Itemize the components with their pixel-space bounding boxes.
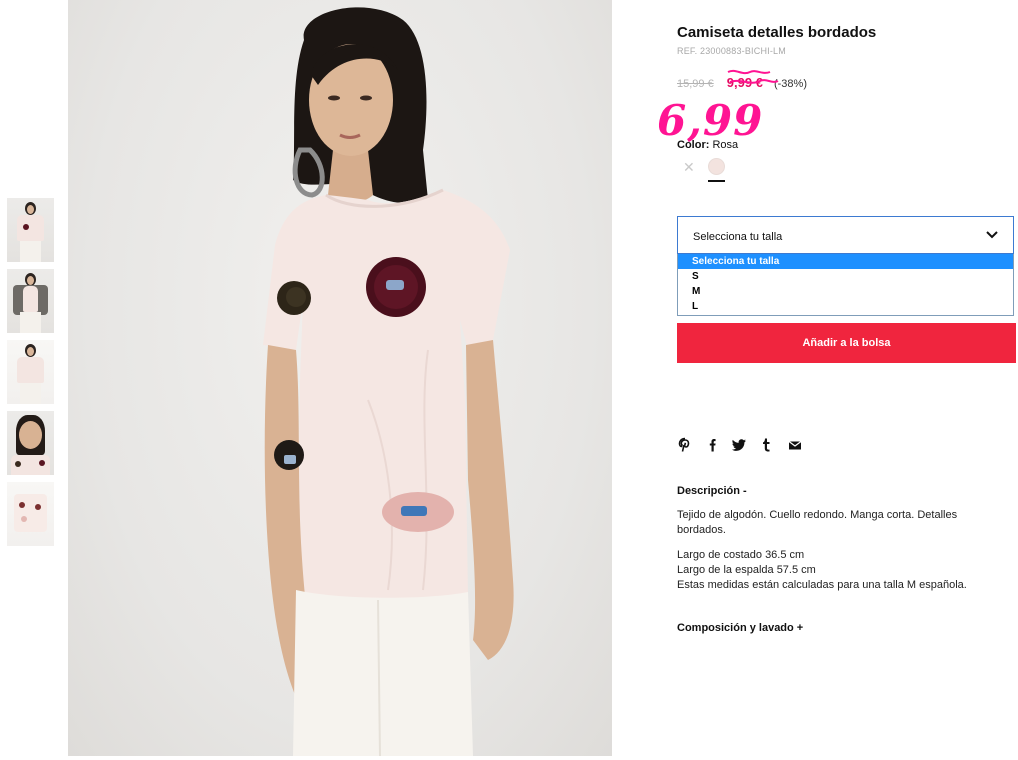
thumb-shirt xyxy=(23,286,38,312)
thumb-legs xyxy=(20,241,41,262)
scribble-strikethrough-mark xyxy=(727,69,779,84)
selected-swatch-indicator xyxy=(708,180,725,182)
thumb-face xyxy=(27,205,34,214)
color-label: Color: xyxy=(677,139,710,151)
size-option-placeholder[interactable]: Selecciona tu talla xyxy=(678,254,1013,269)
thumb-legs xyxy=(20,383,41,404)
thumb-dot xyxy=(39,460,45,466)
thumb-shirt xyxy=(14,494,47,532)
handwritten-price: 6,99 xyxy=(657,96,764,145)
color-swatch-rosa[interactable] xyxy=(708,158,725,175)
facebook-icon[interactable] xyxy=(705,437,721,453)
description-text: Tejido de algodón. Cuello redondo. Manga… xyxy=(677,509,958,536)
thumb-face xyxy=(19,421,42,449)
old-price: 15,99 € xyxy=(677,78,714,90)
size-option-s[interactable]: S xyxy=(678,269,1013,284)
thumb-face xyxy=(27,347,34,356)
thumb-legs xyxy=(20,312,41,333)
thumb-dot xyxy=(19,502,25,508)
thumb-dot xyxy=(23,224,29,230)
description-line-3: Estas medidas están calculadas para una … xyxy=(677,579,967,591)
size-options-list: Selecciona tu talla S M L xyxy=(677,254,1014,316)
share-icons xyxy=(677,437,817,455)
thumbnail-1[interactable] xyxy=(7,198,54,262)
product-title: Camiseta detalles bordados xyxy=(677,24,877,41)
sale-price-wrap: 9,99 € xyxy=(727,69,779,90)
price-row: 15,99 € 9,99 € (-38%) xyxy=(677,69,807,91)
thumb-dot xyxy=(21,516,27,522)
twitter-icon[interactable] xyxy=(731,437,747,453)
add-to-bag-button[interactable]: Añadir a la bolsa xyxy=(677,323,1016,363)
size-select[interactable]: Selecciona tu talla xyxy=(677,216,1014,254)
color-value: Rosa xyxy=(712,139,739,151)
thumbnail-strip xyxy=(7,198,54,553)
thumbnail-5[interactable] xyxy=(7,482,54,546)
composition-toggle[interactable]: Composición y lavado + xyxy=(677,622,803,634)
description-line-2: Largo de la espalda 57.5 cm xyxy=(677,564,816,576)
tumblr-icon[interactable] xyxy=(758,437,774,453)
thumb-face xyxy=(27,276,34,285)
unavailable-color-x-icon[interactable]: ✕ xyxy=(683,159,695,176)
thumbnail-2[interactable] xyxy=(7,269,54,333)
chevron-down-icon xyxy=(986,231,998,239)
thumb-shirt xyxy=(17,215,44,241)
thumbnail-4[interactable] xyxy=(7,411,54,475)
thumb-dot xyxy=(15,461,21,467)
thumb-shirt xyxy=(17,357,44,383)
product-main-image[interactable] xyxy=(68,0,612,756)
product-ref: REF. 23000883-BICHI-LM xyxy=(677,46,786,56)
description-toggle[interactable]: Descripción - xyxy=(677,485,747,497)
thumbnail-3[interactable] xyxy=(7,340,54,404)
thumb-dot xyxy=(35,504,41,510)
pinterest-icon[interactable] xyxy=(677,437,693,453)
color-row: Color: Rosa xyxy=(677,139,738,151)
size-select-label: Selecciona tu talla xyxy=(693,231,783,243)
mail-icon[interactable] xyxy=(787,437,803,453)
color-swatches: ✕ xyxy=(677,155,757,185)
description-line-1: Largo de costado 36.5 cm xyxy=(677,549,805,561)
size-option-m[interactable]: M xyxy=(678,284,1013,299)
model-illustration xyxy=(263,7,514,756)
size-option-l[interactable]: L xyxy=(678,299,1013,314)
